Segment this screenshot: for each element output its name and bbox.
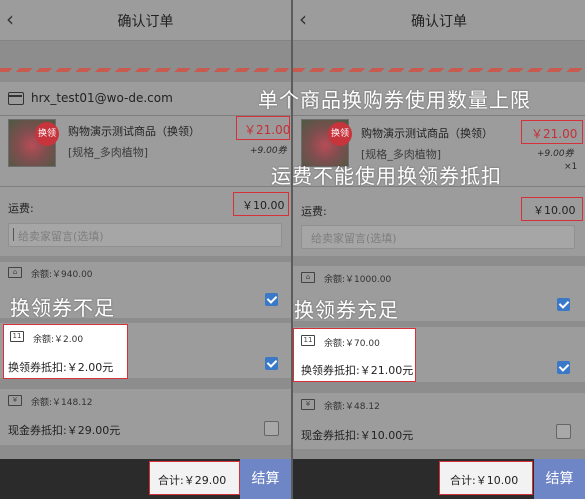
message-input[interactable]: 给卖家留言(选填) [301,225,575,249]
page-title: 确认订单 [411,14,467,30]
quantity: ×1 [564,162,578,172]
total-amount: 合计:￥29.00 [158,474,227,487]
checkout-bar: 合计:￥29.00 结算 [0,459,291,499]
product-price: ￥21.00 [244,123,291,137]
page-title: 确认订单 [117,14,174,30]
voucher-highlight: 11 余额:￥70.00 换领券抵扣:￥21.00元 [293,328,416,382]
coupon-amount: +9.00券 [537,149,574,159]
left-screen: ‹ 确认订单 hrx_test01@wo-de.com 换领 购物演示测试商品（… [0,0,291,499]
shipping-highlight: ￥10.00 [233,192,289,216]
address-stripe [293,68,585,72]
voucher-highlight: 11 余额:￥2.00 换领券抵扣:￥2.00元 [3,324,128,379]
message-placeholder: 给卖家留言(选填) [311,232,397,245]
total-highlight: 合计:￥10.00 [439,461,533,495]
voucher-deduct: 换领券抵扣:￥21.00元 [301,364,414,377]
exchange-badge: 换领 [35,122,59,146]
price-highlight: ￥21.00 [521,120,583,144]
product-spec: [规格_多肉植物] [68,146,149,159]
product-row[interactable]: 换领 购物演示测试商品（换领） [规格_多肉植物] ￥21.00 +9.00券 [0,116,291,186]
shipping-highlight: ￥10.00 [521,197,583,221]
message-input[interactable]: 给卖家留言(选填) [8,223,282,247]
voucher-icon: 11 [10,331,24,342]
pay-button[interactable]: 结算 [240,459,291,499]
message-placeholder: 给卖家留言(选填) [18,230,104,243]
cash-icon: ¥ [301,399,315,410]
cash-checkbox[interactable] [264,421,279,436]
voucher-balance: 余额:￥2.00 [33,335,84,345]
cash-section: ¥ 余额:￥48.12 现金券抵扣:￥10.00元 [293,393,585,449]
product-thumbnail: 换领 [8,119,59,167]
shipping-fee: ￥10.00 [533,204,576,217]
total-highlight: 合计:￥29.00 [149,461,240,495]
cash-balance: 余额:￥148.12 [31,398,93,408]
store-row: hrx_test01@wo-de.com [0,82,291,115]
address-stripe [0,68,291,72]
cash-section: ¥ 余额:￥148.12 现金券抵扣:￥29.00元 [0,389,291,445]
voucher-icon: 11 [301,335,315,346]
text-cursor [13,228,14,241]
pay-button[interactable]: 结算 [534,459,585,499]
product-price: ￥21.00 [531,127,578,141]
checkout-bar: 合计:￥10.00 结算 [293,459,585,499]
voucher-deduct: 换领券抵扣:￥2.00元 [8,361,114,374]
wallet-balance: 余额:￥1000.00 [324,275,392,285]
total-amount: 合计:￥10.00 [450,474,519,487]
annotation-shipping: 运费不能使用换领券抵扣 [271,164,502,188]
annotation-limit: 单个商品换购券使用数量上限 [258,88,531,112]
annotation-sufficient: 换领券充足 [294,298,399,322]
cash-icon: ¥ [8,395,22,406]
cash-balance: 余额:￥48.12 [324,402,380,412]
voucher-checkbox[interactable] [557,361,570,374]
exchange-badge: 换领 [328,122,352,146]
shipping-fee: ￥10.00 [242,199,285,212]
header: ‹ 确认订单 [0,0,291,41]
wallet-icon: ⌂ [8,267,22,278]
cash-deduct: 现金券抵扣:￥10.00元 [301,429,414,442]
wallet-icon: ⌂ [301,272,315,283]
voucher-balance: 余额:￥70.00 [324,339,380,349]
annotation-insufficient: 换领券不足 [10,296,115,320]
price-highlight: ￥21.00 [236,116,290,140]
product-name: 购物演示测试商品（换领） [361,127,493,140]
store-icon [8,92,24,105]
cash-checkbox[interactable] [556,424,571,439]
right-screen: ‹ 确认订单 换领 购物演示测试商品（换领） [规格_多肉植物] ￥21.00 … [293,0,585,499]
store-name: hrx_test01@wo-de.com [31,91,173,105]
shipping-section: 运费: ￥10.00 给卖家留言(选填) [293,187,585,256]
shipping-label: 运费: [301,205,327,218]
header: ‹ 确认订单 [293,0,585,41]
cash-deduct: 现金券抵扣:￥29.00元 [8,424,121,437]
product-name: 购物演示测试商品（换领） [68,125,200,138]
wallet-checkbox[interactable] [557,298,570,311]
shipping-label: 运费: [8,202,34,215]
shipping-section: 运费: ￥10.00 给卖家留言(选填) [0,187,291,256]
wallet-checkbox[interactable] [265,293,278,306]
wallet-balance: 余额:￥940.00 [31,270,93,280]
coupon-amount: +9.00券 [250,146,287,156]
voucher-checkbox[interactable] [265,357,278,370]
